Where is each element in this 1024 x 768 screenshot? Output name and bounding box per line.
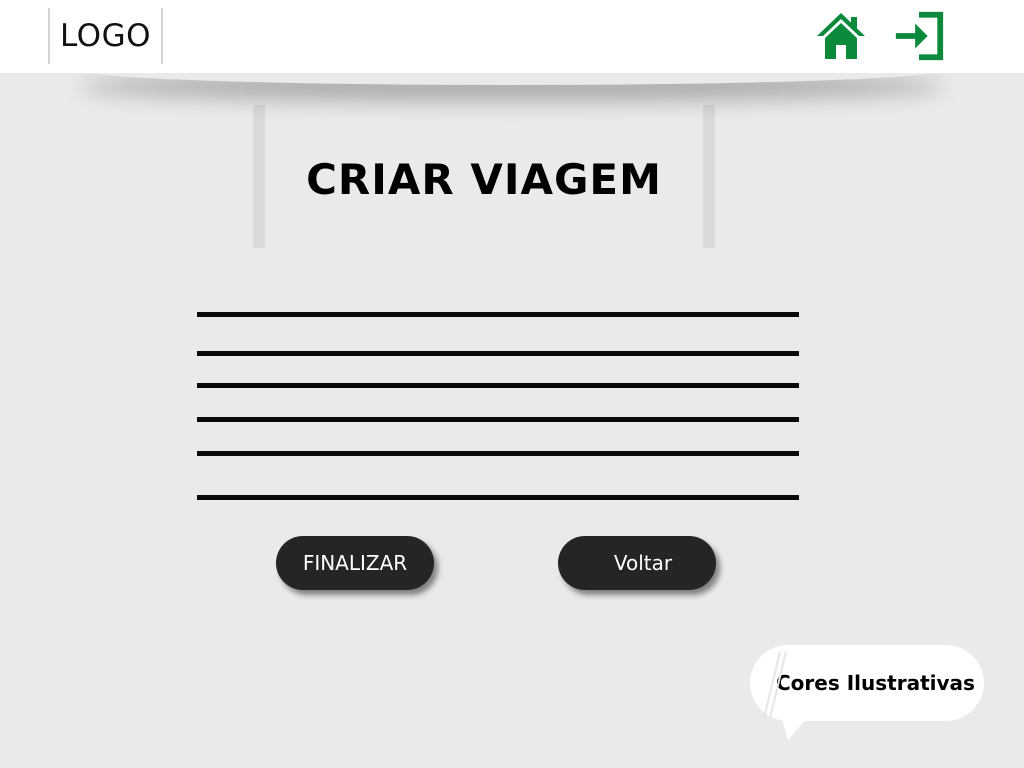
bubble-glint-icon — [763, 651, 787, 719]
home-icon — [817, 13, 865, 59]
logo[interactable]: LOGO — [48, 8, 163, 64]
title-card: CRIAR VIAGEM — [253, 105, 715, 248]
voltar-button[interactable]: Voltar — [558, 536, 716, 590]
form-line[interactable] — [197, 351, 799, 356]
home-button[interactable] — [814, 10, 868, 62]
form-line[interactable] — [197, 383, 799, 388]
form-line[interactable] — [197, 495, 799, 500]
finalizar-button[interactable]: FINALIZAR — [276, 536, 434, 590]
form-line[interactable] — [197, 417, 799, 422]
top-bar: LOGO — [0, 0, 1024, 73]
form-line[interactable] — [197, 451, 799, 456]
speech-bubble-text: Cores Ilustrativas — [776, 671, 975, 695]
page-title: CRIAR VIAGEM — [306, 155, 662, 204]
voltar-button-label: Voltar — [613, 551, 673, 575]
finalizar-button-label: FINALIZAR — [302, 551, 408, 575]
sign-in-button[interactable] — [892, 10, 946, 62]
sign-in-icon — [895, 11, 944, 61]
form-line[interactable] — [197, 312, 799, 317]
